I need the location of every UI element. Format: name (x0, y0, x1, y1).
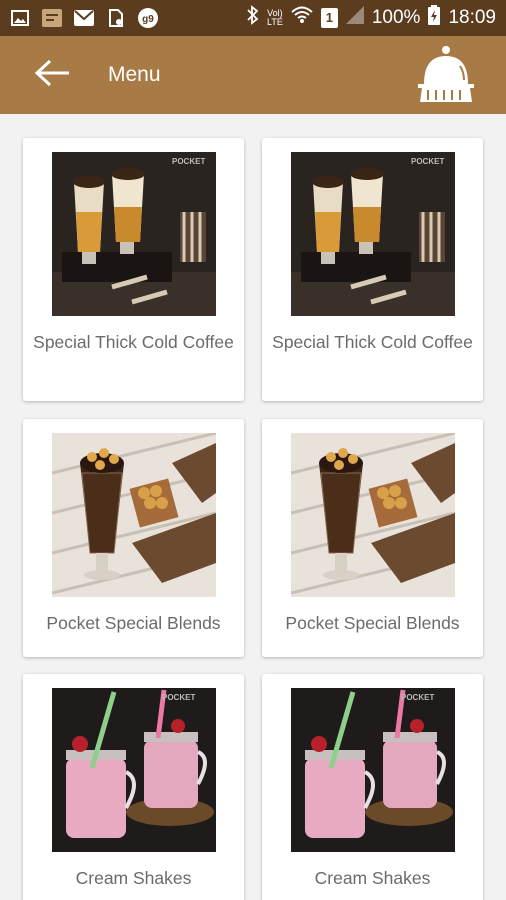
menu-card-label: Special Thick Cold Coffee (33, 332, 234, 352)
sim-icon (106, 9, 126, 27)
battery-icon (428, 5, 441, 31)
svg-text:POCKET: POCKET (162, 693, 195, 702)
arrow-left-icon (34, 59, 71, 91)
back-button[interactable] (0, 36, 106, 114)
menu-card-label: Pocket Special Blends (46, 613, 221, 633)
cream-shakes-photo: POCKET (52, 688, 216, 852)
menu-card-label: Cream Shakes (75, 868, 192, 888)
menu-card[interactable]: Pocket Special Blends (23, 419, 244, 657)
signal-icon (345, 6, 364, 30)
menu-card[interactable]: POCKET Cream Shakes (23, 674, 244, 900)
cloche-button[interactable] (416, 44, 480, 106)
menu-grid: POCKET Special Thick Cold Coffee POCKET … (0, 114, 506, 900)
svg-text:g9: g9 (142, 14, 154, 25)
menu-card[interactable]: Pocket Special Blends (262, 419, 483, 657)
menu-card[interactable]: POCKET Cream Shakes (262, 674, 483, 900)
bluetooth-icon (247, 5, 259, 31)
cream-shakes-photo: POCKET (291, 688, 455, 852)
blends-photo (291, 433, 455, 597)
cold-coffee-photo: POCKET (52, 152, 216, 316)
menu-card-label: Special Thick Cold Coffee (272, 332, 473, 352)
wifi-icon (291, 6, 313, 30)
volte-indicator: Vol) LTE (267, 8, 283, 27)
svg-text:POCKET: POCKET (411, 157, 444, 166)
g-icon: g9 (138, 8, 158, 28)
cloche-icon (416, 46, 480, 110)
mail-icon (74, 9, 94, 27)
menu-card[interactable]: POCKET Special Thick Cold Coffee (262, 138, 483, 401)
status-bar: g9 Vol) LTE 1 100% 18:09 (0, 0, 506, 36)
app-bar: Menu (0, 36, 506, 114)
battery-percent: 100% (371, 7, 421, 28)
menu-card[interactable]: POCKET Special Thick Cold Coffee (23, 138, 244, 401)
notification-icon (42, 9, 62, 27)
svg-text:POCKET: POCKET (401, 693, 434, 702)
sim-slot-icon: 1 (320, 8, 338, 28)
menu-card-label: Pocket Special Blends (285, 613, 460, 633)
menu-card-label: Cream Shakes (314, 868, 431, 888)
cold-coffee-photo: POCKET (291, 152, 455, 316)
page-title: Menu (108, 63, 161, 86)
clock: 18:09 (448, 7, 496, 28)
svg-text:POCKET: POCKET (172, 157, 205, 166)
blends-photo (52, 433, 216, 597)
image-icon (10, 9, 30, 27)
